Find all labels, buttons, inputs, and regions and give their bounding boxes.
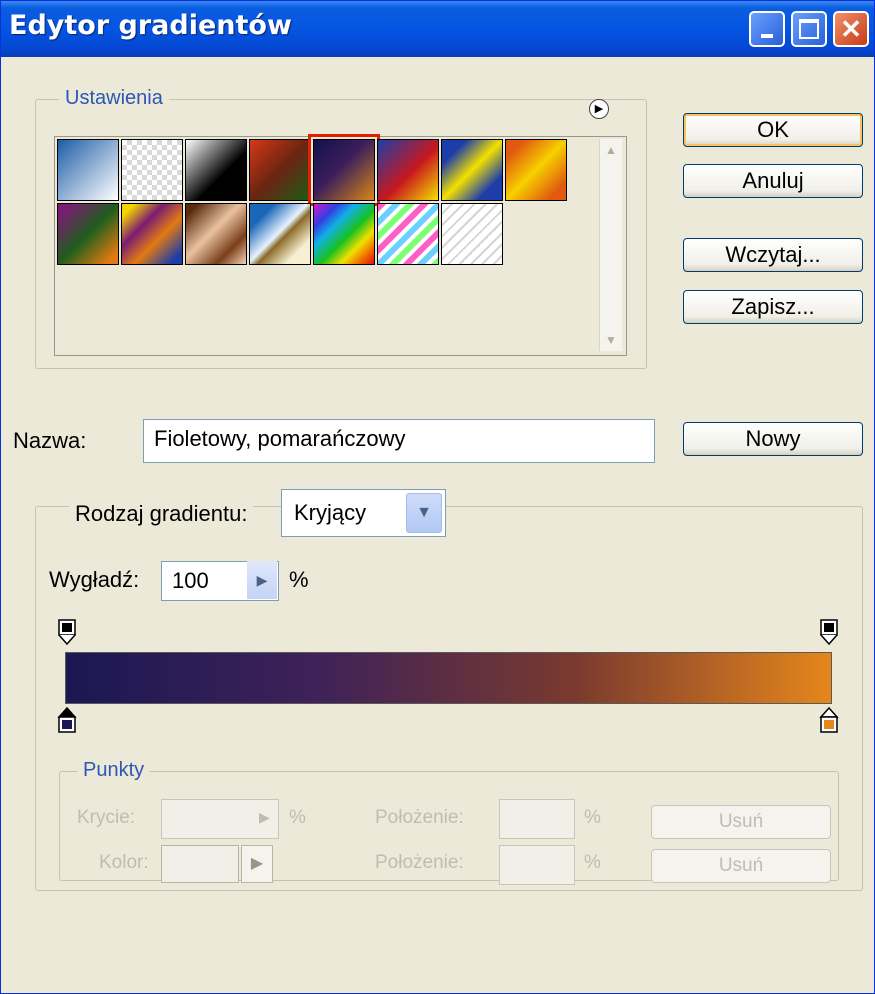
title-bar[interactable]: Edytor gradientów ✕ xyxy=(1,1,874,57)
window-title: Edytor gradientów xyxy=(9,10,292,41)
presets-scrollbar[interactable]: ▲ ▼ xyxy=(599,139,622,351)
gradient-type-label: Rodzaj gradientu: xyxy=(69,501,254,527)
swatch-yellow-violet-orange-blue[interactable] xyxy=(121,203,183,265)
ok-button[interactable]: OK xyxy=(683,113,863,147)
presets-menu-arrow-icon[interactable]: ▶ xyxy=(589,99,609,119)
swatch-copper[interactable] xyxy=(185,203,247,265)
stop-color-swatch[interactable] xyxy=(161,845,239,883)
color-label: Kolor: xyxy=(99,852,149,873)
presets-label: Ustawienia xyxy=(59,87,169,110)
save-button[interactable]: Zapisz... xyxy=(683,290,863,324)
swatch-transparent-stripes[interactable] xyxy=(441,203,503,265)
swatch-blue-red-yellow[interactable] xyxy=(377,139,439,201)
opacity-location-label: Położenie: xyxy=(375,807,464,828)
color-stop-icon xyxy=(57,707,77,733)
swatch-violet-orange[interactable] xyxy=(308,134,380,206)
swatch-spectrum[interactable] xyxy=(313,203,375,265)
gradient-preview-bar[interactable] xyxy=(65,652,832,704)
swatch-black-white[interactable] xyxy=(185,139,247,201)
delete-opacity-stop-button[interactable]: Usuń xyxy=(651,805,831,839)
opacity-stop-icon xyxy=(820,619,838,645)
scroll-up-icon[interactable]: ▲ xyxy=(602,141,620,159)
smoothness-unit: % xyxy=(289,567,309,592)
name-label: Nazwa: xyxy=(13,428,87,453)
load-button[interactable]: Wczytaj... xyxy=(683,238,863,272)
gradient-type-select[interactable]: Kryjący ▼ xyxy=(281,489,446,537)
opacity-location-unit: % xyxy=(584,807,601,828)
smoothness-label: Wygładź: xyxy=(49,567,140,592)
close-icon: ✕ xyxy=(840,13,862,44)
maximize-button[interactable] xyxy=(791,11,827,47)
close-button[interactable]: ✕ xyxy=(833,11,869,47)
swatch-foreground-transparent[interactable] xyxy=(121,139,183,201)
swatch-foreground-background[interactable] xyxy=(57,139,119,201)
opacity-unit: % xyxy=(289,807,306,828)
minimize-icon xyxy=(761,34,773,38)
swatch-blue-yellow-blue[interactable] xyxy=(441,139,503,201)
presets-swatch-area xyxy=(54,134,627,356)
color-menu-arrow-icon[interactable]: ▶ xyxy=(241,845,273,883)
scroll-down-icon[interactable]: ▼ xyxy=(602,331,620,349)
opacity-location-input[interactable] xyxy=(499,799,575,839)
name-input[interactable]: Fioletowy, pomarańczowy xyxy=(143,419,655,463)
color-stop-icon xyxy=(819,707,839,733)
color-stop-left[interactable] xyxy=(57,707,77,733)
new-button[interactable]: Nowy xyxy=(683,422,863,456)
swatch-violet-green-orange[interactable] xyxy=(57,203,119,265)
color-location-input[interactable] xyxy=(499,845,575,885)
color-location-unit: % xyxy=(584,852,601,873)
opacity-stop-right[interactable] xyxy=(819,619,839,645)
swatch-red-green[interactable] xyxy=(249,139,311,201)
swatch-transparent-rainbow[interactable] xyxy=(377,203,439,265)
minimize-button[interactable] xyxy=(749,11,785,47)
cancel-button[interactable]: Anuluj xyxy=(683,164,863,198)
smoothness-stepper-arrow-icon[interactable]: ▶ xyxy=(247,561,277,599)
opacity-stop-left[interactable] xyxy=(57,619,77,645)
swatch-chrome[interactable] xyxy=(249,203,311,265)
gradient-type-value: Kryjący xyxy=(294,500,367,525)
opacity-label: Krycie: xyxy=(77,807,136,828)
swatch-orange-yellow-orange[interactable] xyxy=(505,139,567,201)
maximize-icon xyxy=(799,19,819,39)
delete-color-stop-button[interactable]: Usuń xyxy=(651,849,831,883)
stops-label: Punkty xyxy=(77,759,151,782)
color-location-label: Położenie: xyxy=(375,852,464,873)
opacity-stop-icon xyxy=(58,619,76,645)
gradient-editor-window: Edytor gradientów ✕ Ustawienia ▶ ▲ ▼ OK … xyxy=(0,0,875,994)
chevron-down-icon[interactable]: ▼ xyxy=(406,493,442,533)
color-stop-right[interactable] xyxy=(819,707,839,733)
opacity-stepper-arrow-icon[interactable]: ▶ xyxy=(259,809,270,826)
